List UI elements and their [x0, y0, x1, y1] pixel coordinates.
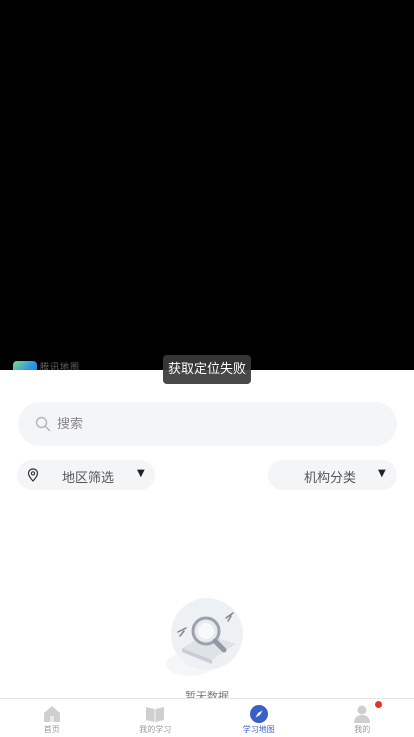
- book-icon: [146, 707, 165, 722]
- map-logo-icon: [13, 361, 37, 370]
- map-logo-text: 腾讯地图: [40, 363, 81, 370]
- tab-learning-map[interactable]: 学习地图: [207, 699, 311, 737]
- region-filter-label: 地区筛选: [62, 471, 115, 486]
- tab-home-label: 首页: [43, 725, 60, 734]
- tab-mine-label: 我的: [354, 725, 371, 734]
- search-icon: [35, 416, 51, 432]
- tab-home[interactable]: 首页: [0, 699, 104, 737]
- search-bar[interactable]: [18, 402, 397, 446]
- location-pin-icon: [27, 468, 39, 482]
- tab-mine[interactable]: 我的: [311, 699, 414, 737]
- empty-state: 暂无数据: [0, 598, 414, 698]
- empty-state-text: 暂无数据: [185, 690, 229, 698]
- category-filter-label: 机构分类: [304, 471, 357, 486]
- search-input[interactable]: [57, 416, 357, 432]
- region-filter-dropdown[interactable]: 地区筛选 ▼: [17, 460, 155, 490]
- compass-icon: [249, 705, 268, 723]
- map-view[interactable]: [0, 0, 414, 370]
- tab-learning-map-label: 学习地图: [242, 725, 275, 734]
- tab-my-learning[interactable]: 我的学习: [104, 699, 208, 737]
- empty-magnifier-icon: [166, 598, 243, 676]
- location-error-toast: 获取定位失败: [163, 355, 251, 384]
- bottom-tab-bar: 首页 我的学习 学习地图 我的: [0, 698, 414, 737]
- caret-down-icon: ▼: [378, 468, 386, 479]
- home-icon: [43, 706, 60, 722]
- notification-badge: [374, 701, 382, 708]
- caret-down-icon: ▼: [137, 468, 145, 479]
- user-icon: [354, 705, 371, 723]
- category-filter-dropdown[interactable]: 机构分类 ▼: [268, 460, 397, 490]
- tab-my-learning-label: 我的学习: [139, 725, 172, 734]
- bottom-panel: 地区筛选 ▼ 机构分类 ▼ 暂无数据: [0, 370, 414, 698]
